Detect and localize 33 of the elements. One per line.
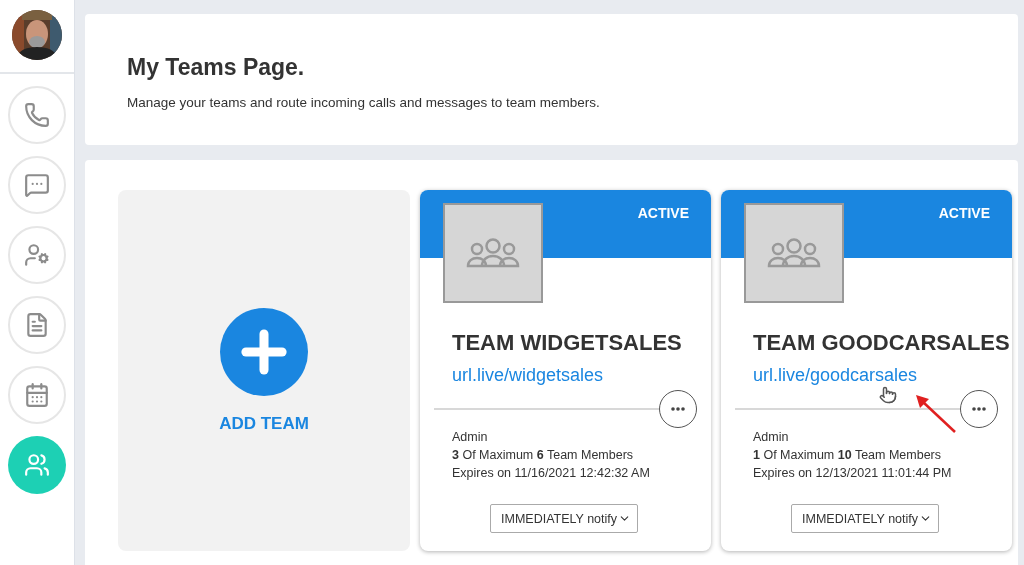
group-icon	[767, 238, 821, 268]
page-subtitle: Manage your teams and route incoming calls and messages to team members.	[127, 95, 601, 110]
status-label: ACTIVE	[637, 205, 689, 221]
member-count: 3 Of Maximum 6 Team Members	[452, 447, 634, 464]
team-name: TEAM GOODCARSALES	[753, 330, 1010, 356]
more-button[interactable]	[659, 390, 697, 428]
member-count: 1 Of Maximum 10 Team Members	[753, 447, 942, 464]
team-role: Admin	[452, 429, 488, 446]
notify-dropdown[interactable]: IMMEDIATELY notify	[791, 504, 939, 533]
calendar-icon	[24, 382, 50, 408]
team-name: TEAM WIDGETSALES	[452, 330, 682, 356]
sidebar-item[interactable]	[8, 436, 66, 494]
team-link[interactable]: url.live/widgetsales	[452, 365, 604, 386]
page-title: My Teams Page.	[127, 54, 306, 81]
team-role: Admin	[753, 429, 789, 446]
user-gear-icon	[24, 242, 50, 268]
status-label: ACTIVE	[938, 205, 990, 221]
annotation-arrow	[915, 394, 957, 434]
add-team-card[interactable]: ADD TEAM	[118, 190, 410, 551]
phone-icon	[24, 102, 50, 128]
team-link[interactable]: url.live/goodcarsales	[753, 365, 918, 386]
chat-icon	[24, 172, 50, 198]
notify-dropdown[interactable]: IMMEDIATELY notify	[490, 504, 638, 533]
expiry-date: Expires on 11/16/2021 12:42:32 AM	[452, 465, 650, 482]
more-icon	[972, 407, 986, 411]
document-icon	[24, 312, 50, 338]
more-button[interactable]	[960, 390, 998, 428]
expiry-date: Expires on 12/13/2021 11:01:44 PM	[753, 465, 952, 482]
hand-cursor-icon	[879, 386, 897, 404]
add-team-label: ADD TEAM	[219, 413, 309, 434]
group-icon	[466, 238, 520, 268]
more-icon	[671, 407, 685, 411]
people-icon	[24, 452, 50, 478]
